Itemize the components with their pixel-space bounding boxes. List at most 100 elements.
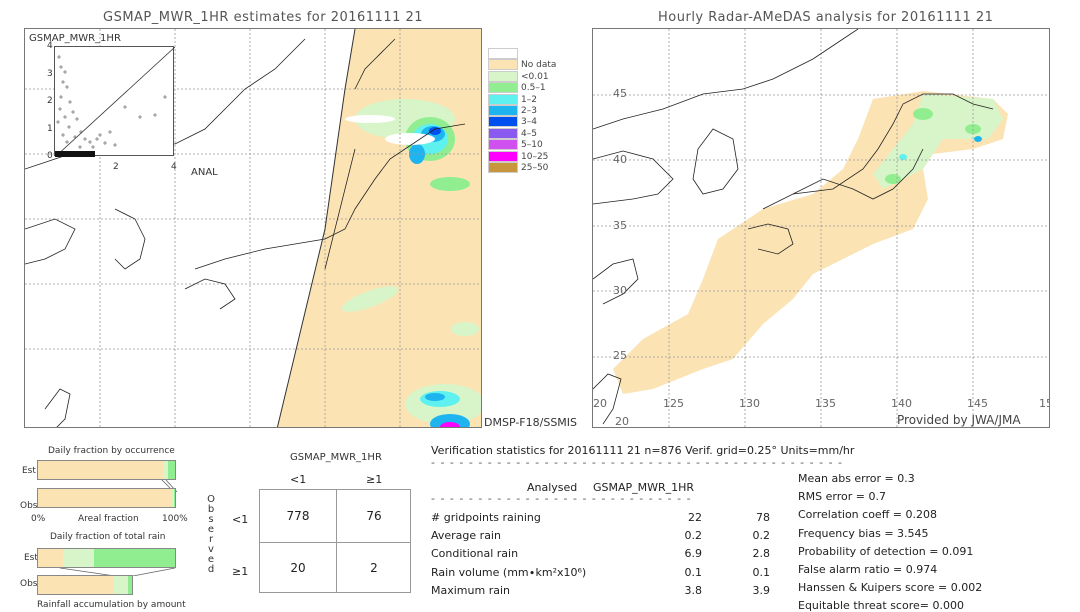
total-rain-obs-label: Obs xyxy=(20,579,38,589)
lon-tick-150: 15 xyxy=(1039,397,1049,410)
rain-area xyxy=(974,136,982,142)
rain-area xyxy=(899,154,907,160)
scatter-tick-2: 2 xyxy=(47,96,53,106)
scatter-tick-3: 3 xyxy=(47,69,53,79)
lon-tick-135: 135 xyxy=(815,397,836,410)
skill-score: RMS error = 0.7 xyxy=(798,490,886,504)
legend-item: 2–3 xyxy=(488,105,588,116)
dense-points xyxy=(55,151,95,157)
legend-item: No data xyxy=(488,59,588,71)
axis-areal-fraction: Areal fraction xyxy=(78,514,139,524)
color-legend: No data <0.01 0.5–1 1–2 2–3 3–4 4–5 5–10 10–25 25… xyxy=(488,48,588,173)
rain-area xyxy=(425,393,445,401)
left-map-title: GSMAP_MWR_1HR estimates for 20161111 21 xyxy=(103,10,424,25)
bar-segment-no-rain xyxy=(38,489,172,507)
right-map-title: Hourly Radar-AMeDAS analysis for 2016111… xyxy=(658,10,994,25)
lon-tick-130: 130 xyxy=(739,397,760,410)
bar-segment-moderate xyxy=(128,576,132,594)
scatter-inset xyxy=(54,46,175,157)
occurrence-title: Daily fraction by occurrence xyxy=(48,446,175,456)
legend-label: <0.01 xyxy=(521,71,549,82)
lat-tick-40: 40 xyxy=(613,153,627,166)
total-rain-title: Daily fraction of total rain xyxy=(50,532,166,542)
occurrence-obs-bar xyxy=(37,488,176,508)
stat-label: Maximum rain xyxy=(431,583,510,597)
legend-swatch xyxy=(488,127,518,139)
lon-tick-120: 20 xyxy=(593,397,607,410)
observed-letter: d xyxy=(207,564,215,575)
legend-item: 4–5 xyxy=(488,127,588,139)
skill-score: Correlation coeff = 0.208 xyxy=(798,508,937,522)
legend-label: 0.5–1 xyxy=(521,83,546,94)
total-rain-est-bar xyxy=(37,548,176,568)
skill-score: Frequency bias = 3.545 xyxy=(798,526,929,540)
lon-tick-145: 145 xyxy=(967,397,988,410)
legend-swatch xyxy=(488,59,518,71)
stat-label: Conditional rain xyxy=(431,547,519,561)
satellite-label: DMSP-F18/SSMIS xyxy=(484,416,578,429)
stat-analysed-value: 3.8 xyxy=(684,583,703,597)
scatter-tick-1: 1 xyxy=(47,124,53,134)
lon-tick-125: 125 xyxy=(663,397,684,410)
lon-tick-140: 140 xyxy=(891,397,912,410)
cell-misses: 20 xyxy=(290,561,306,575)
col-label-lt1: <1 xyxy=(290,473,307,486)
data-credit: Provided by JWA/JMA xyxy=(897,413,1021,427)
stat-label: # gridpoints raining xyxy=(431,511,541,524)
stat-label: Rain volume (mm∙km²x10⁶) xyxy=(431,565,587,579)
bar-segment-moderate xyxy=(94,549,175,567)
legend-label: No data xyxy=(521,60,557,71)
legend-item: 25–50 xyxy=(488,162,588,173)
legend-item: 5–10 xyxy=(488,139,588,151)
stat-label: Average rain xyxy=(431,529,501,543)
axis-100-percent: 100% xyxy=(162,514,188,524)
bar-segment-light xyxy=(62,549,95,567)
scatter-y-label: GSMAP_MWR_1HR xyxy=(29,33,121,44)
scatter-tick-4: 4 xyxy=(47,41,53,51)
swath-no-data-area xyxy=(277,29,481,427)
scatter-xtick-2: 2 xyxy=(113,162,119,172)
legend-label: 10–25 xyxy=(521,151,549,162)
stat-gsmap-value: 0.1 xyxy=(752,565,771,579)
bar-segment-light xyxy=(113,576,129,594)
bar-segment-no-rain xyxy=(38,549,63,567)
stat-analysed-value: 0.2 xyxy=(684,529,703,543)
row-label-ge1: ≥1 xyxy=(232,565,249,578)
legend-label: 25–50 xyxy=(521,163,549,173)
divider-short: - - - - - - - - - - - - - - - - - - - - … xyxy=(431,492,691,505)
legend-swatch xyxy=(488,93,518,105)
legend-item: 10–25 xyxy=(488,150,588,162)
radar-map-svg xyxy=(593,29,1049,427)
legend-swatch xyxy=(488,139,518,151)
skill-score: Equitable threat score= 0.000 xyxy=(798,599,964,612)
occurrence-est-label: Est xyxy=(22,466,36,476)
legend-label: 4–5 xyxy=(521,128,537,139)
legend-swatch xyxy=(488,82,518,94)
scatter-tick-0: 0 xyxy=(47,151,53,161)
lat-tick-35: 35 xyxy=(613,219,627,232)
cell-hits-none: 778 xyxy=(286,509,310,523)
occurrence-est-bar xyxy=(37,460,176,480)
contingency-header: GSMAP_MWR_1HR xyxy=(290,452,382,463)
scatter-svg xyxy=(55,47,175,157)
total-rain-footer: Rainfall accumulation by amount xyxy=(37,600,186,610)
bar-segment-moderate xyxy=(168,461,175,479)
legend-swatch xyxy=(488,116,518,128)
diagonal-line xyxy=(55,47,175,157)
total-rain-est-label: Est xyxy=(24,553,38,563)
cell-false-alarms: 76 xyxy=(366,509,382,523)
skill-score: False alarm ratio = 0.974 xyxy=(798,563,938,576)
scatter-x-label: ANAL xyxy=(191,167,218,178)
rain-area xyxy=(430,177,470,191)
legend-item: 3–4 xyxy=(488,116,588,128)
stat-analysed-value: 22 xyxy=(688,511,702,524)
legend-swatch xyxy=(488,150,518,162)
legend-swatch xyxy=(488,70,518,82)
observed-vertical-label: Observed xyxy=(206,495,216,575)
legend-label: 1–2 xyxy=(521,94,537,105)
stat-gsmap-value: 2.8 xyxy=(752,547,771,561)
legend-item: <0.01 xyxy=(488,70,588,82)
stat-gsmap-value: 0.2 xyxy=(752,529,771,543)
lat-tick-20: 20 xyxy=(615,415,629,428)
legend-item: 0.5–1 xyxy=(488,82,588,94)
